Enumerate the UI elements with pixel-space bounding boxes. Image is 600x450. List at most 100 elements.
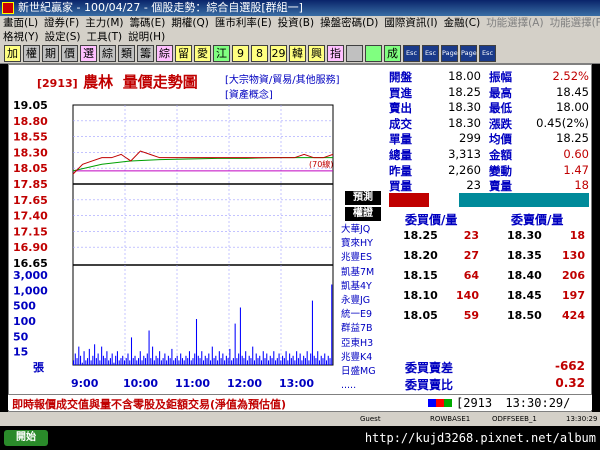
toolbar-button[interactable]: 留 xyxy=(175,45,192,62)
toolbar-button[interactable]: 韓 xyxy=(289,45,306,62)
volume-bar xyxy=(301,360,303,365)
broker-item[interactable]: 兆豐K4 xyxy=(341,351,381,365)
menu-item[interactable]: 投資(B) xyxy=(275,16,317,30)
volume-bar xyxy=(92,355,94,365)
quote-label: 最低 xyxy=(489,101,512,116)
menu-item[interactable]: 主力(M) xyxy=(82,16,126,30)
volume-bar xyxy=(232,358,234,365)
toolbar-button[interactable]: 成 xyxy=(384,45,401,62)
window-title: 新世紀贏家 - 100/04/27 - 個股走勢：綜合自選股[群組一] xyxy=(18,1,303,14)
color-strip xyxy=(428,399,452,407)
toolbar-button[interactable]: Esc xyxy=(422,45,439,62)
volume-bar xyxy=(262,351,264,365)
menu-item[interactable]: 國際資訊(I) xyxy=(381,16,440,30)
taskbar: 開始 http://kujd3268.pixnet.net/album xyxy=(0,426,600,450)
menu-item[interactable]: 設定(S) xyxy=(42,30,84,44)
toolbar-button[interactable]: Page xyxy=(441,45,458,62)
toolbar-button[interactable]: 江 xyxy=(213,45,230,62)
menu-item[interactable]: 工具(T) xyxy=(83,30,125,44)
quote-value: 2,260 xyxy=(448,162,481,177)
broker-item[interactable]: 兆豐ES xyxy=(341,251,381,265)
menu-item[interactable]: 期權(Q) xyxy=(168,16,211,30)
broker-item[interactable]: 日盛MG xyxy=(341,365,381,379)
warrant-label[interactable]: 權證 xyxy=(345,207,381,221)
volume-bar xyxy=(325,360,328,365)
volume-bar xyxy=(253,360,255,365)
toolbar-button[interactable]: 權 xyxy=(23,45,40,62)
broker-item[interactable]: 凱基7M xyxy=(341,266,381,280)
quote-row: 賣出 18.30 最低 18.00 xyxy=(389,100,589,116)
toolbar-button[interactable]: 指 xyxy=(327,45,344,62)
toolbar-button[interactable]: Esc xyxy=(403,45,420,62)
menu-item[interactable]: 匯市利率(E) xyxy=(212,16,275,30)
toolbar-button[interactable]: 綜 xyxy=(99,45,116,62)
volume-bar xyxy=(229,348,231,365)
menu-item[interactable]: 格視(Y) xyxy=(0,30,42,44)
volume-bar xyxy=(313,355,315,365)
toolbar-button[interactable]: 29 xyxy=(270,45,287,62)
ask-volume: 130 xyxy=(562,249,585,262)
volume-bar xyxy=(101,346,103,365)
menu-item[interactable]: 籌碼(E) xyxy=(127,16,169,30)
menu-item[interactable]: 畫面(L) xyxy=(0,16,41,30)
volume-bar xyxy=(180,353,182,365)
menu-item[interactable]: 金融(C) xyxy=(441,16,484,30)
toolbar-button[interactable]: Esc xyxy=(479,45,496,62)
volume-bar xyxy=(243,358,245,365)
ask-volume: 424 xyxy=(562,309,585,322)
toolbar-button[interactable]: 類 xyxy=(118,45,135,62)
broker-item[interactable]: 永豐JG xyxy=(341,294,381,308)
volume-bar xyxy=(132,358,134,365)
menu-item[interactable]: 操盤密碼(D) xyxy=(317,16,381,30)
toolbar-button[interactable]: 加 xyxy=(4,45,21,62)
broker-list: 大華JQ 寶來HY 兆豐ES 凱基7M 凱基4Y 永豐JG 統一E9 群益7B 亞東H3 兆豐K4… xyxy=(341,223,381,393)
volume-bar xyxy=(246,360,248,365)
broker-item[interactable]: 凱基4Y xyxy=(341,280,381,294)
toolbar-button[interactable] xyxy=(346,45,363,62)
volume-bar xyxy=(102,355,104,365)
toolbar-button[interactable]: 選 xyxy=(80,45,97,62)
volume-bar xyxy=(303,355,305,365)
quote-label: 成交 xyxy=(389,116,412,131)
toolbar-button[interactable]: Page xyxy=(460,45,477,62)
toolbar-button[interactable]: 價 xyxy=(61,45,78,62)
volume-strip xyxy=(389,193,589,207)
volume-bar xyxy=(213,358,215,365)
menu-item[interactable]: 功能選擇(A) xyxy=(483,16,546,30)
volume-bar xyxy=(171,348,173,365)
bid-price: 18.15 xyxy=(403,269,438,282)
volume-bar xyxy=(236,358,238,365)
broker-item[interactable]: 寶來HY xyxy=(341,237,381,251)
menu-item[interactable]: 證券(F) xyxy=(41,16,82,30)
start-button[interactable]: 開始 xyxy=(4,430,48,446)
broker-item[interactable]: ..... xyxy=(341,379,381,393)
spread-row: 委買賣差 -662 xyxy=(389,359,589,376)
volume-bar xyxy=(85,360,87,365)
broker-item[interactable]: 群益7B xyxy=(341,322,381,336)
toolbar-button[interactable]: 愛 xyxy=(194,45,211,62)
volume-bar xyxy=(257,358,259,365)
predict-label[interactable]: 預測 xyxy=(345,191,381,205)
volume-tick-label: 15 xyxy=(13,346,28,359)
broker-item[interactable]: 大華JQ xyxy=(341,223,381,237)
toolbar-button[interactable]: 綜 xyxy=(156,45,173,62)
ask-volume: 197 xyxy=(562,289,585,302)
toolbar-button[interactable]: 8 xyxy=(251,45,268,62)
toolbar-button[interactable] xyxy=(365,45,382,62)
toolbar-button[interactable]: 期 xyxy=(42,45,59,62)
volume-bar xyxy=(143,355,145,365)
ask-price: 18.50 xyxy=(507,309,542,322)
broker-item[interactable]: 亞東H3 xyxy=(341,337,381,351)
broker-item[interactable]: 統一E9 xyxy=(341,308,381,322)
quote-row: 買量 23 賣量 18 xyxy=(389,178,589,194)
volume-bar xyxy=(78,346,80,365)
volume-bar xyxy=(169,358,171,365)
quote-value: 18.25 xyxy=(448,84,481,99)
toolbar-button[interactable]: 籌 xyxy=(137,45,154,62)
toolbar-button[interactable]: 興 xyxy=(308,45,325,62)
volume-bar xyxy=(268,360,270,365)
toolbar-button[interactable]: 9 xyxy=(232,45,249,62)
menu-item[interactable]: 說明(H) xyxy=(125,30,168,44)
menu-item[interactable]: 功能選擇(F) xyxy=(547,16,600,30)
quote-label: 漲跌 xyxy=(489,116,512,131)
